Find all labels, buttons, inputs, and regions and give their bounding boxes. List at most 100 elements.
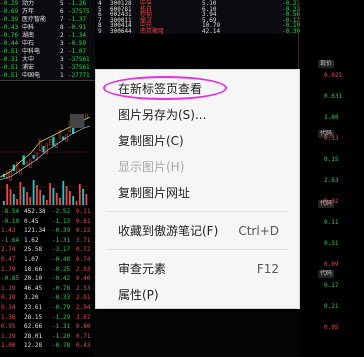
volume-chart	[3, 180, 88, 205]
table-cell: 62.66	[24, 323, 43, 331]
table-cell: 452.38	[24, 208, 46, 215]
list-cell: 300644	[110, 27, 132, 35]
volume-bar	[59, 198, 61, 205]
table-cell: -1.29	[52, 313, 71, 321]
table-cell: 0.61	[76, 217, 91, 225]
menu-item-copy-image[interactable]: 复制图片(C)	[96, 128, 299, 153]
table-cell: 20.10	[24, 275, 43, 283]
list-cell: -0.43	[0, 24, 19, 31]
list-cell: 1	[60, 72, 64, 79]
volume-bar	[42, 195, 45, 205]
list-cell: 浦安	[22, 64, 35, 71]
list-cell: 中石	[22, 40, 35, 47]
menu-item-shortcut: F12	[256, 262, 279, 276]
table-cell: -8.54	[1, 208, 20, 215]
menu-separator	[106, 249, 289, 250]
menu-item-label: 图片另存为(S)...	[118, 108, 207, 122]
list-cell: 0.02	[324, 198, 339, 205]
table-cell: 0.80	[76, 323, 91, 331]
list-cell: -0.39	[0, 16, 19, 23]
table-cell: 0.45	[24, 217, 39, 225]
volume-bar	[49, 183, 51, 205]
list-cell: -1.26	[68, 0, 87, 7]
volume-bar	[26, 192, 28, 205]
table-cell: -1.13	[52, 217, 71, 225]
list-cell: -0.51	[0, 48, 19, 55]
list-cell: -1.37	[68, 16, 87, 23]
volume-bar	[72, 196, 75, 205]
table-cell: -1.31	[52, 236, 71, 244]
list-cell: 0.15	[324, 156, 339, 163]
menu-item-copy-image-url[interactable]: 复制图片网址	[96, 180, 299, 205]
list-cell: -0.59	[68, 40, 87, 47]
table-cell: 0.40	[76, 275, 91, 283]
table-cell: 1.36	[1, 313, 16, 321]
candle	[52, 136, 55, 147]
bottom-status-strip	[95, 310, 300, 357]
list-cell: 中科	[22, 24, 35, 31]
table-cell: 0.74	[76, 256, 91, 263]
list-cell: -27771	[68, 72, 90, 79]
menu-item-shortcut: Ctrl+D	[238, 224, 279, 238]
table-cell: -1.31	[52, 323, 71, 331]
volume-bar	[52, 188, 55, 205]
menu-item-save-image-as[interactable]: 图片另存为(S)...	[96, 102, 299, 127]
table-cell: -0.78	[52, 342, 71, 350]
menu-item-properties[interactable]: 属性(P)	[96, 282, 299, 307]
volume-bar	[29, 197, 32, 205]
table-cell: 1.79	[1, 265, 16, 273]
table-cell: 2.53	[76, 284, 91, 292]
list-cell: 0.31	[324, 240, 339, 247]
list-cell: 9	[98, 27, 102, 35]
chart-marker-box	[70, 114, 84, 128]
list-cell: 1.80	[324, 114, 339, 121]
menu-item-save-to-notes[interactable]: 收藏到傲游笔记(F) Ctrl+D	[96, 218, 299, 243]
list-cell: 0.021	[324, 72, 343, 79]
list-cell: -37561	[68, 56, 90, 63]
table-cell: 1.19	[1, 332, 16, 340]
list-cell: 6	[60, 8, 64, 15]
table-cell: 28.01	[24, 332, 43, 340]
panel-tab[interactable]: 现价	[318, 60, 335, 68]
table-cell: -0.39	[52, 227, 71, 235]
menu-item-show-image: 显示图片(H)	[96, 154, 299, 179]
panel-tab[interactable]: 代码	[318, 270, 335, 278]
list-cell: -0.76	[0, 32, 19, 39]
volume-bar	[32, 180, 35, 205]
menu-item-label: 复制图片网址	[118, 186, 191, 200]
volume-bar	[19, 182, 22, 205]
table-cell: -0.33	[52, 294, 71, 302]
data-table: -8.54 452.38 -2.52 0.21 -0.10 0.45 -1.13 0.61 1.…	[0, 205, 95, 357]
context-menu: 在新标签页查看 图片另存为(S)... 复制图片(C) 显示图片(H) 复制图片…	[95, 69, 300, 309]
menu-item-inspect-element[interactable]: 审查元素 F12	[96, 256, 299, 281]
volume-bar	[6, 184, 9, 205]
list-cell: 动力	[22, 0, 35, 7]
volume-bar	[78, 184, 81, 205]
list-cell: -37575	[68, 8, 90, 15]
menu-item-label: 属性(P)	[118, 288, 159, 302]
candle	[42, 145, 45, 153]
list-cell: -0.51	[0, 72, 19, 79]
table-cell: -0.85	[1, 275, 20, 283]
list-cell: -1.34	[68, 32, 87, 39]
table-cell: 0.43	[76, 342, 91, 350]
table-cell: 0.21	[76, 208, 91, 215]
list-cell: 大中	[22, 56, 35, 63]
table-cell: 46.45	[24, 284, 43, 292]
volume-bar	[69, 191, 71, 205]
table-cell: -1.64	[1, 236, 20, 244]
volume-bar	[85, 194, 88, 205]
table-cell: 3.67	[76, 313, 91, 321]
table-cell: 0.34	[1, 304, 16, 311]
divider	[0, 80, 95, 81]
stock-list-top: 4 300128 中孚 5.10 -0.21 5 600781 拓日 6.10 -0.23 6 002…	[96, 0, 316, 35]
list-cell: 7	[60, 16, 64, 23]
table-cell: -0.10	[1, 217, 20, 225]
table-cell: -1.20	[52, 332, 71, 340]
table-cell: -0.42	[52, 275, 71, 283]
list-cell: -0.69	[0, 8, 19, 15]
table-cell: 2.91	[76, 294, 91, 302]
table-cell: 2.03	[76, 265, 91, 273]
table-cell: 28.15	[24, 313, 43, 321]
list-cell: 中国电	[22, 72, 41, 79]
